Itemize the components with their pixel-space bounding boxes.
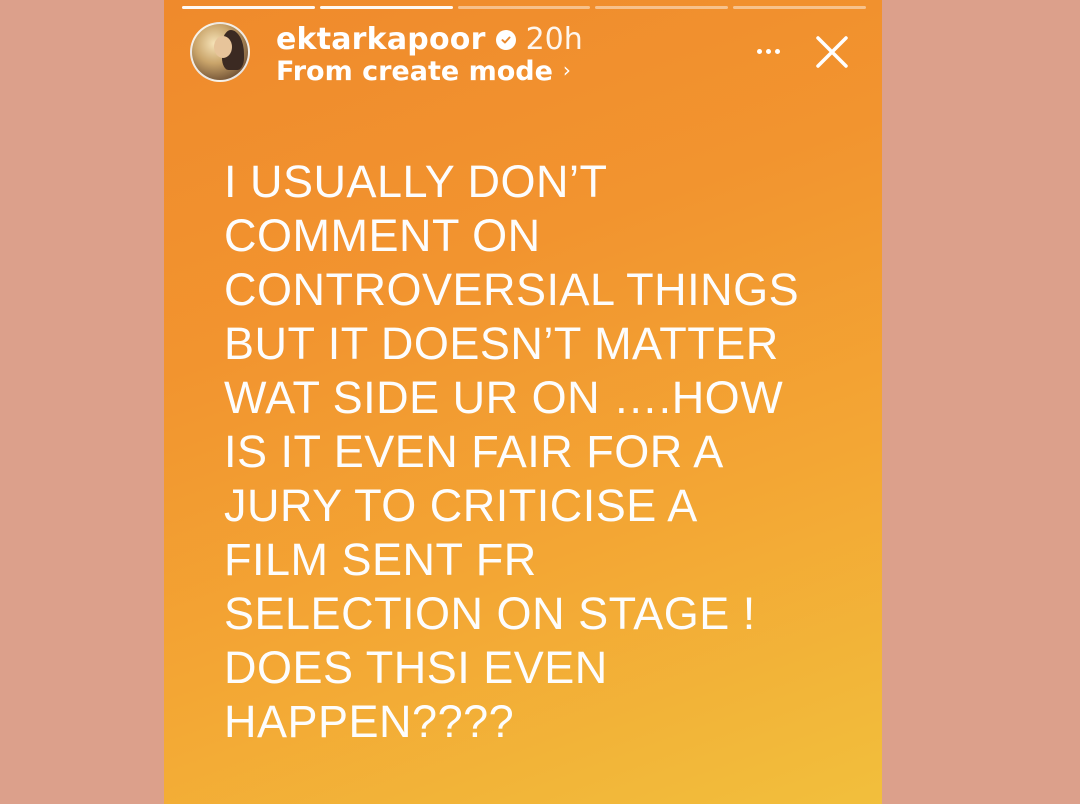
avatar[interactable] [190, 22, 250, 82]
caption-line: COMMENT ON [224, 210, 541, 261]
story-caption: I USUALLY DON’T COMMENT ON CONTROVERSIAL… [224, 155, 864, 749]
username[interactable]: ektarkapoor [276, 22, 486, 57]
caption-line: DOES THSI EVEN [224, 642, 608, 693]
close-icon[interactable] [810, 30, 854, 74]
story-progress-bar [182, 6, 866, 10]
instagram-story: ektarkapoor 20h From create mode › I USU… [164, 0, 882, 804]
caption-line: I USUALLY DON’T [224, 156, 608, 207]
dot [765, 48, 771, 54]
dot [774, 48, 780, 54]
story-header: ektarkapoor 20h From create mode › [190, 22, 868, 87]
dot [756, 48, 762, 54]
progress-segment [457, 6, 591, 9]
time-ago: 20h [525, 22, 583, 57]
source-link[interactable]: From create mode › [276, 56, 571, 87]
progress-segment [182, 6, 315, 9]
avatar-face [214, 36, 232, 58]
caption-line: CONTROVERSIAL THINGS [224, 264, 800, 315]
caption-line: FILM SENT FR [224, 534, 537, 585]
progress-segment [319, 6, 453, 9]
more-options-icon[interactable] [748, 36, 788, 66]
caption-line: JURY TO CRITICISE A [224, 480, 698, 531]
caption-line: BUT IT DOESN’T MATTER [224, 318, 779, 369]
source-label: From create mode [276, 56, 553, 87]
verified-badge-icon [495, 29, 516, 50]
caption-line: IS IT EVEN FAIR FOR A [224, 426, 724, 477]
user-line: ektarkapoor 20h [276, 22, 583, 57]
caption-line: WAT SIDE UR ON ….HOW [224, 372, 784, 423]
caption-line: SELECTION ON STAGE ! [224, 588, 756, 639]
progress-segment [595, 6, 729, 9]
progress-segment [733, 6, 866, 9]
caption-line: HAPPEN???? [224, 696, 515, 747]
chevron-right-icon: › [562, 57, 571, 82]
